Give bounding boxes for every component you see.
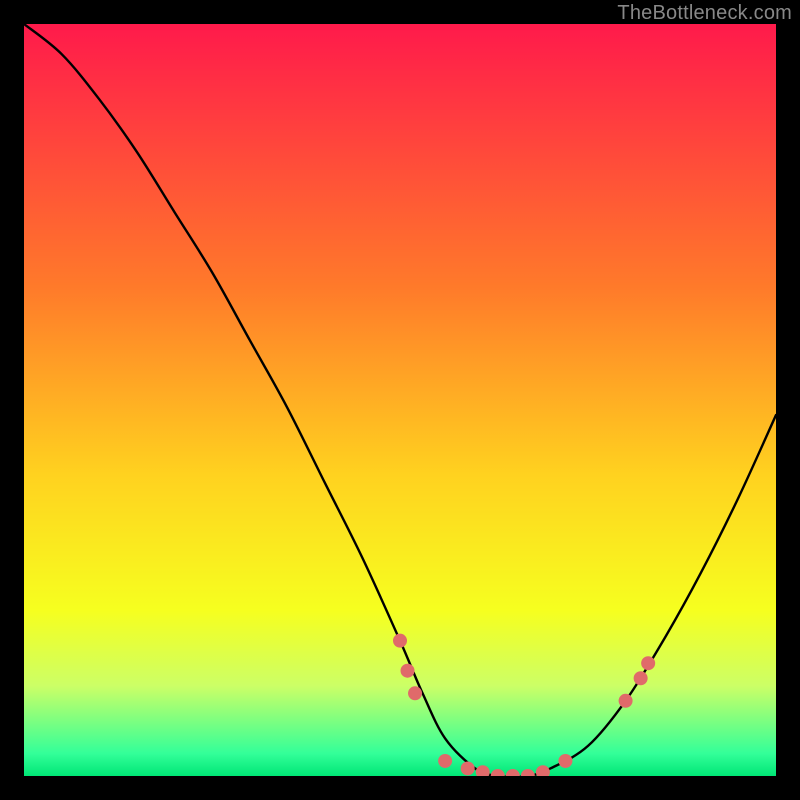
highlight-point	[401, 664, 415, 678]
highlight-point	[619, 694, 633, 708]
highlight-point	[438, 754, 452, 768]
highlight-point	[393, 634, 407, 648]
highlight-point	[408, 686, 422, 700]
chart-background	[24, 24, 776, 776]
highlight-point	[461, 761, 475, 775]
bottleneck-chart	[24, 24, 776, 776]
highlight-point	[641, 656, 655, 670]
highlight-point	[634, 671, 648, 685]
attribution-label: TheBottleneck.com	[617, 2, 792, 25]
chart-frame	[24, 24, 776, 776]
highlight-point	[558, 754, 572, 768]
